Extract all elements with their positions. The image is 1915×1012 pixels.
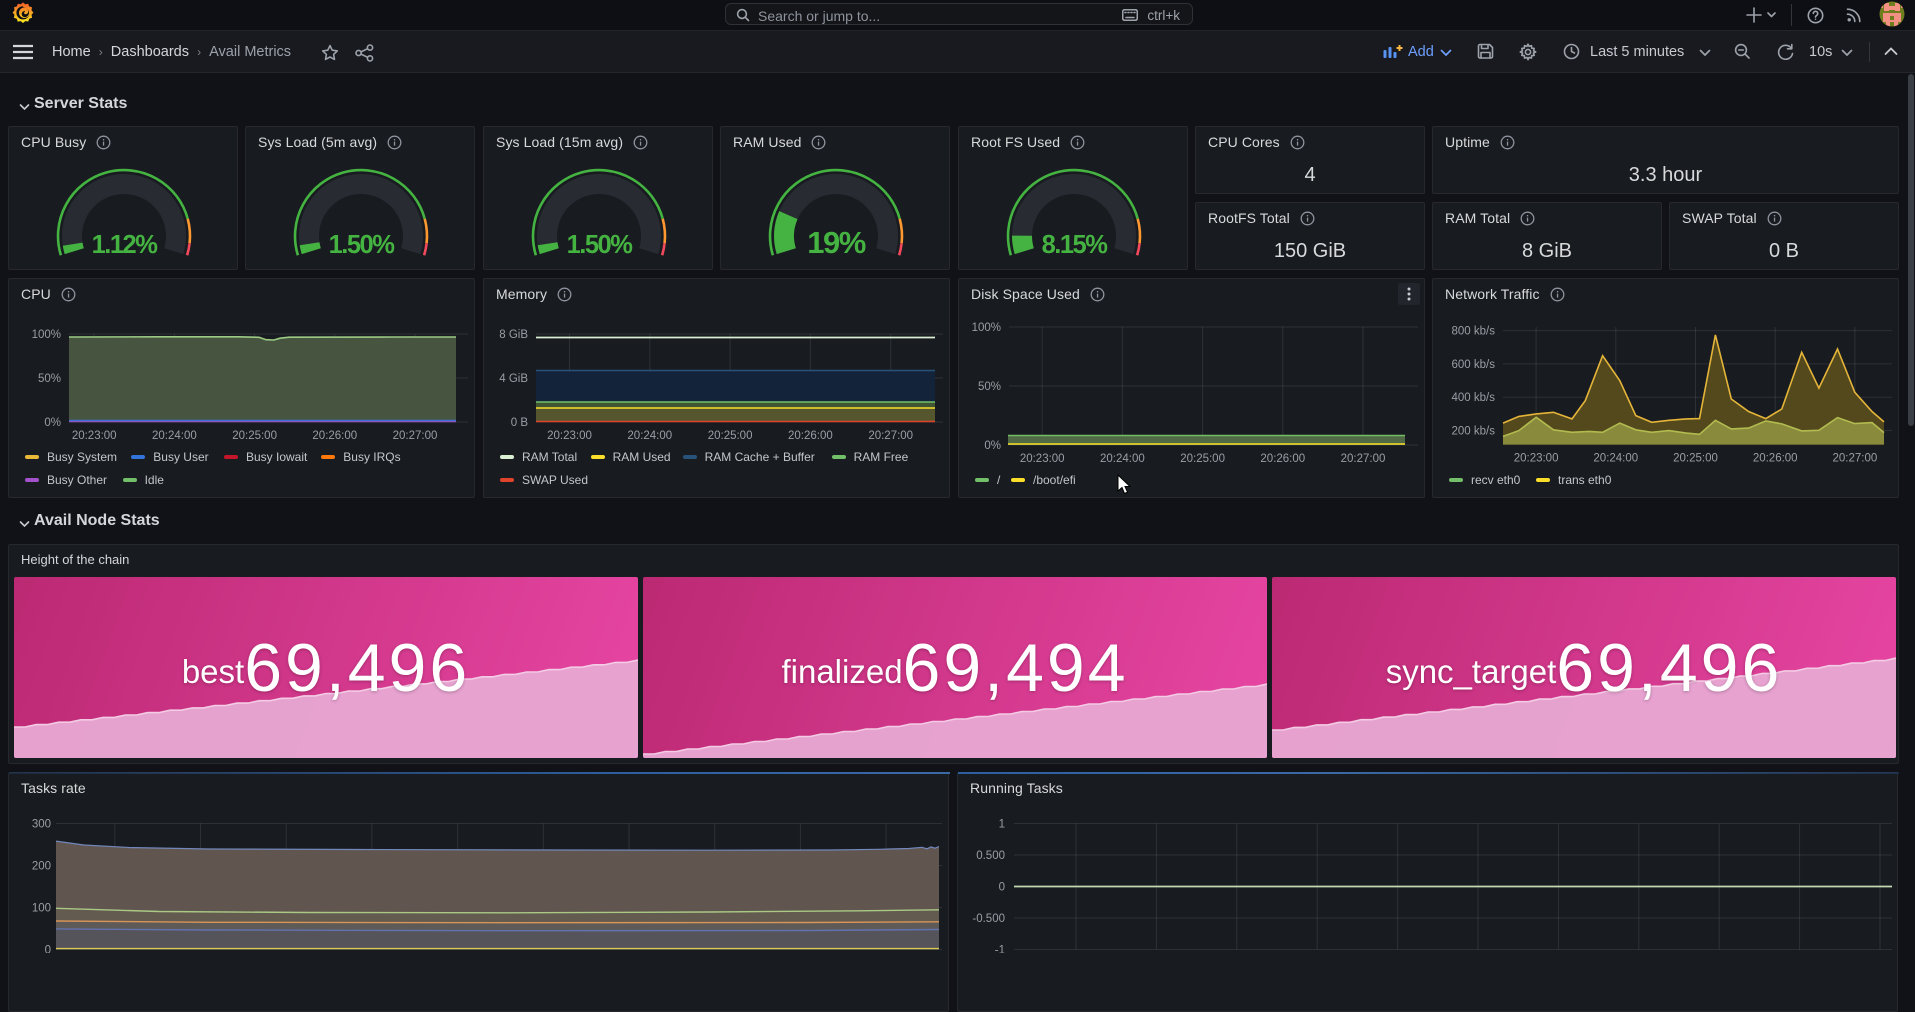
svg-text:20:25:00: 20:25:00 bbox=[708, 430, 753, 442]
svg-text:200 kb/s: 200 kb/s bbox=[1452, 426, 1496, 438]
svg-text:0: 0 bbox=[999, 882, 1005, 894]
svg-text:20:26:00: 20:26:00 bbox=[1260, 453, 1305, 465]
svg-text:20:24:00: 20:24:00 bbox=[152, 430, 197, 442]
svg-text:20:25:00: 20:25:00 bbox=[1673, 453, 1718, 465]
svg-text:200: 200 bbox=[32, 861, 51, 873]
svg-text:20:27:00: 20:27:00 bbox=[393, 430, 438, 442]
svg-text:0%: 0% bbox=[44, 417, 61, 429]
svg-text:20:25:00: 20:25:00 bbox=[1180, 453, 1225, 465]
svg-text:600 kb/s: 600 kb/s bbox=[1452, 359, 1496, 371]
svg-text:100%: 100% bbox=[32, 329, 61, 341]
svg-text:20:27:00: 20:27:00 bbox=[868, 430, 913, 442]
svg-text:0.500: 0.500 bbox=[976, 850, 1005, 862]
svg-text:20:24:00: 20:24:00 bbox=[1100, 453, 1145, 465]
svg-text:20:23:00: 20:23:00 bbox=[1020, 453, 1065, 465]
svg-text:0%: 0% bbox=[984, 440, 1001, 452]
svg-text:20:23:00: 20:23:00 bbox=[547, 430, 592, 442]
svg-text:50%: 50% bbox=[978, 381, 1001, 393]
svg-text:-1: -1 bbox=[995, 945, 1005, 954]
svg-text:20:24:00: 20:24:00 bbox=[1593, 453, 1638, 465]
svg-text:20:26:00: 20:26:00 bbox=[788, 430, 833, 442]
svg-text:20:25:00: 20:25:00 bbox=[232, 430, 277, 442]
svg-text:20:23:00: 20:23:00 bbox=[72, 430, 117, 442]
svg-text:8.15%: 8.15% bbox=[1042, 231, 1108, 259]
svg-text:800 kb/s: 800 kb/s bbox=[1452, 326, 1496, 338]
svg-text:20:26:00: 20:26:00 bbox=[312, 430, 357, 442]
svg-text:20:23:00: 20:23:00 bbox=[1514, 453, 1559, 465]
svg-text:100%: 100% bbox=[972, 322, 1001, 334]
svg-text:8 GiB: 8 GiB bbox=[499, 329, 528, 341]
svg-text:20:27:00: 20:27:00 bbox=[1341, 453, 1386, 465]
svg-text:1.50%: 1.50% bbox=[567, 231, 633, 259]
svg-text:0 B: 0 B bbox=[511, 417, 529, 429]
svg-text:20:24:00: 20:24:00 bbox=[627, 430, 672, 442]
svg-text:4 GiB: 4 GiB bbox=[499, 373, 528, 385]
svg-text:400 kb/s: 400 kb/s bbox=[1452, 392, 1496, 404]
svg-text:1: 1 bbox=[999, 819, 1005, 831]
svg-text:20:27:00: 20:27:00 bbox=[1833, 453, 1878, 465]
svg-text:1.50%: 1.50% bbox=[329, 231, 395, 259]
svg-text:19%: 19% bbox=[807, 225, 865, 260]
svg-text:20:26:00: 20:26:00 bbox=[1753, 453, 1798, 465]
svg-text:100: 100 bbox=[32, 903, 51, 915]
svg-text:-0.500: -0.500 bbox=[972, 913, 1005, 925]
svg-text:50%: 50% bbox=[38, 373, 61, 385]
svg-text:1.12%: 1.12% bbox=[92, 231, 158, 259]
svg-text:0: 0 bbox=[45, 945, 51, 954]
svg-text:300: 300 bbox=[32, 819, 51, 831]
